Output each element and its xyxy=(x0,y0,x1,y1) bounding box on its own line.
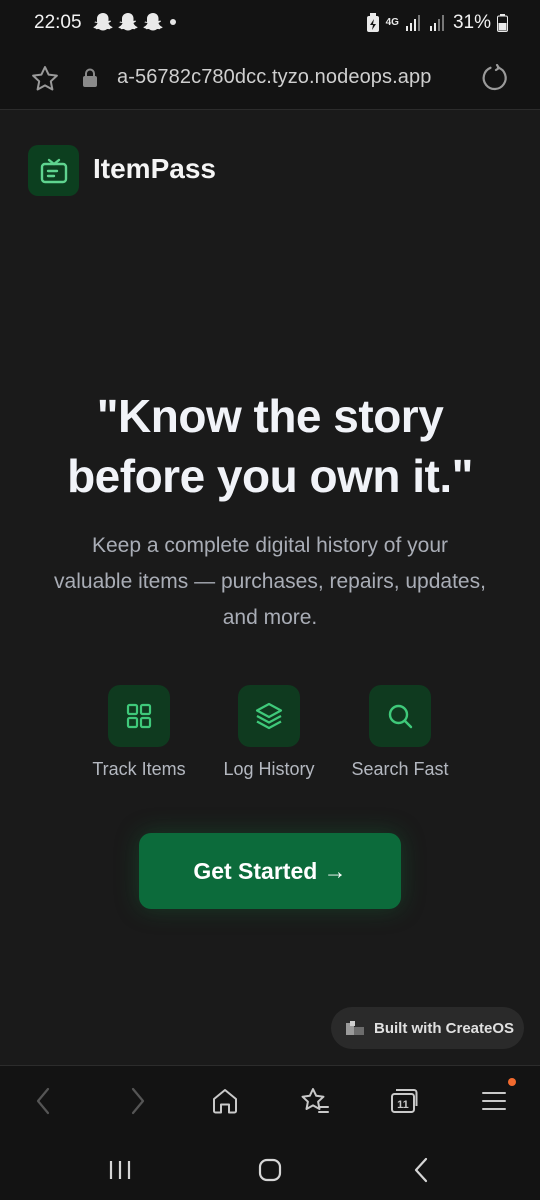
tabs-icon: 11 xyxy=(391,1089,418,1113)
home-button[interactable] xyxy=(208,1084,242,1118)
menu-button[interactable] xyxy=(477,1084,511,1118)
recent-apps-button[interactable] xyxy=(103,1153,137,1187)
ticket-icon xyxy=(40,158,67,183)
chevron-left-icon xyxy=(36,1087,50,1115)
feature-search-fast: Search Fast xyxy=(330,685,470,780)
home-circle-icon xyxy=(258,1158,282,1182)
snapchat-icon xyxy=(143,13,163,31)
network-type: 4G xyxy=(385,17,399,28)
snapchat-icon xyxy=(93,13,113,31)
status-time: 22:05 xyxy=(34,12,82,33)
app-logo[interactable] xyxy=(28,145,79,196)
recent-apps-icon xyxy=(109,1161,131,1179)
badge-label: Built with CreateOS xyxy=(374,1019,515,1037)
hero-title-line-2: before you own it." xyxy=(67,450,473,502)
grid-icon xyxy=(126,703,152,729)
hero-title: "Know the story before you own it." xyxy=(0,386,540,506)
notification-icons xyxy=(92,12,164,32)
feature-label: Track Items xyxy=(92,759,186,779)
bookmark-star-icon[interactable] xyxy=(30,64,60,94)
snapchat-icon xyxy=(118,13,138,31)
tabs-button[interactable]: 11 xyxy=(387,1084,421,1118)
get-started-button[interactable]: Get Started → xyxy=(139,833,401,909)
feature-label: Search Fast xyxy=(351,759,449,779)
signal-icon xyxy=(405,15,420,31)
feature-track-items: Track Items xyxy=(69,685,209,780)
chevron-right-icon xyxy=(131,1087,145,1115)
bookmarks-button[interactable] xyxy=(298,1084,332,1118)
feature-icon-box xyxy=(108,685,170,747)
status-bar: 22:05 4G 31% xyxy=(0,0,540,46)
back-button[interactable] xyxy=(27,1084,61,1118)
feature-log-history: Log History xyxy=(199,685,339,780)
status-right: 4G 31% xyxy=(366,12,508,34)
browser-toolbar: 11 xyxy=(0,1065,540,1135)
back-chevron-icon xyxy=(414,1157,428,1183)
layers-icon xyxy=(255,702,283,730)
feature-label: Log History xyxy=(223,759,315,779)
hero-subtitle: Keep a complete digital history of your … xyxy=(54,534,486,629)
signal-icon xyxy=(429,15,444,31)
menu-notification-dot xyxy=(508,1078,516,1086)
url-text[interactable]: a-56782c780dcc.tyzo.nodeops.app xyxy=(117,66,431,89)
home-nav-button[interactable] xyxy=(253,1153,287,1187)
hamburger-menu-icon xyxy=(482,1092,506,1110)
reload-icon[interactable] xyxy=(481,64,509,92)
hero-title-line-1: "Know the story xyxy=(96,390,444,442)
notification-dot xyxy=(170,19,176,25)
search-icon xyxy=(388,704,413,729)
back-nav-button[interactable] xyxy=(405,1153,439,1187)
system-nav-bar xyxy=(0,1135,540,1200)
bookmarks-star-icon xyxy=(301,1088,329,1113)
battery-icon xyxy=(497,14,508,32)
forward-button[interactable] xyxy=(120,1084,154,1118)
app-name: ItemPass xyxy=(93,153,216,184)
address-bar: a-56782c780dcc.tyzo.nodeops.app xyxy=(0,46,540,110)
createos-logo-icon xyxy=(346,1021,364,1035)
feature-icon-box xyxy=(238,685,300,747)
lock-icon xyxy=(83,68,97,87)
battery-saver-icon xyxy=(366,13,379,32)
tab-count: 11 xyxy=(397,1099,409,1111)
built-with-badge[interactable]: Built with CreateOS xyxy=(331,1007,524,1049)
feature-icon-box xyxy=(369,685,431,747)
home-icon xyxy=(213,1089,237,1114)
battery-level: 31% xyxy=(452,12,491,33)
